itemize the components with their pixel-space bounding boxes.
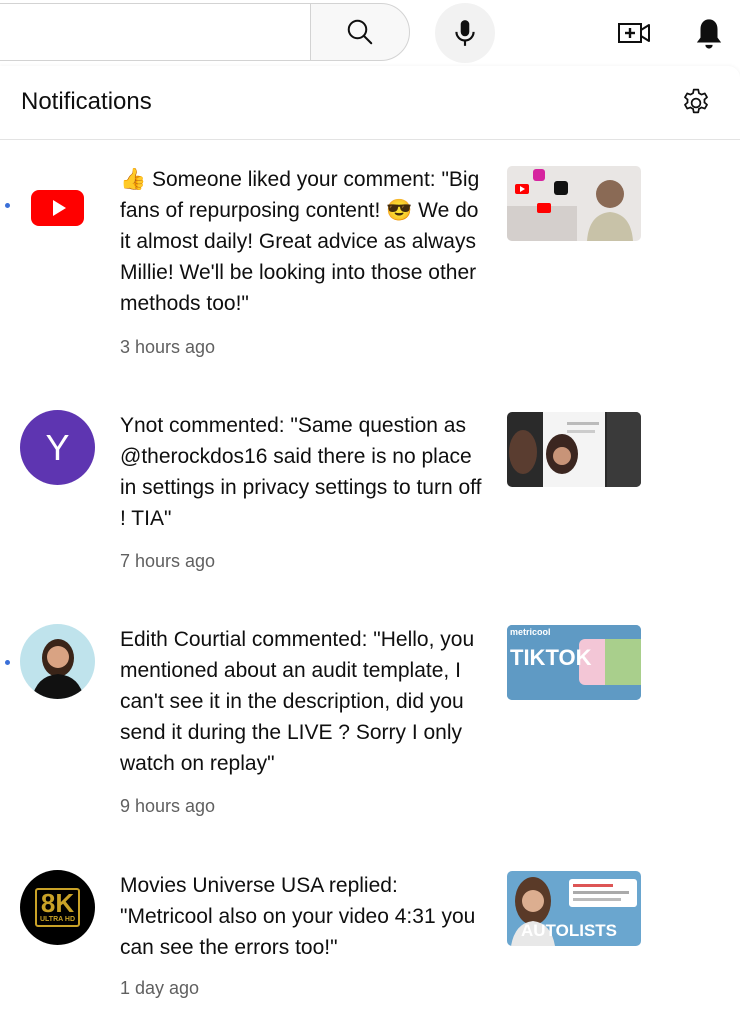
notifications-panel: Notifications 👍 Someone liked your comme… (0, 66, 740, 1024)
thumb-word: AUTOLISTS (521, 921, 618, 940)
user-photo (20, 624, 95, 699)
notification-time: 1 day ago (120, 978, 200, 998)
avatar: Y (20, 410, 95, 485)
voice-search-button[interactable] (435, 3, 495, 63)
search-input[interactable] (0, 3, 310, 61)
notifications-header: Notifications (0, 66, 740, 140)
avatar-letter: Y (45, 426, 70, 468)
notification-item[interactable]: Y Ynot commented: "Same question as @the… (0, 410, 740, 580)
notification-text: Ynot commented: "Same question as @thero… (120, 414, 482, 530)
microphone-icon (455, 20, 475, 46)
notification-time: 7 hours ago (120, 551, 216, 571)
avatar-brand-text: 8K (40, 888, 75, 918)
search-button[interactable] (310, 3, 410, 61)
notification-item[interactable]: 8K ULTRA HD Movies Universe USA replied:… (0, 870, 740, 1020)
masthead (0, 0, 740, 66)
thumb-word: TIKTOK (510, 645, 592, 670)
notification-item[interactable]: 👍 Someone liked your comment: "Big fans … (0, 164, 740, 364)
notification-item[interactable]: Edith Courtial commented: "Hello, you me… (0, 624, 740, 834)
gear-icon (684, 88, 708, 114)
video-create-icon (618, 23, 650, 43)
avatar (20, 624, 95, 699)
unread-indicator (5, 203, 10, 208)
notification-text: Movies Universe USA replied: "Metricool … (120, 874, 476, 959)
youtube-logo-icon (20, 168, 95, 243)
notifications-button[interactable] (688, 13, 730, 55)
search-icon (347, 19, 373, 45)
avatar: 8K ULTRA HD (20, 870, 95, 945)
notification-settings-button[interactable] (676, 83, 716, 123)
notification-text: 👍 Someone liked your comment: "Big fans … (120, 168, 480, 315)
bell-icon (696, 19, 722, 49)
notification-time: 3 hours ago (120, 337, 216, 357)
create-video-button[interactable] (612, 13, 656, 53)
avatar-brand-subtext: ULTRA HD (40, 916, 75, 923)
video-thumbnail[interactable] (507, 412, 641, 487)
video-thumbnail[interactable] (507, 166, 641, 241)
thumb-brand: metricool (510, 627, 551, 637)
video-thumbnail[interactable]: metricool TIKTOK (507, 625, 641, 700)
notification-time: 9 hours ago (120, 796, 216, 816)
avatar (20, 168, 95, 243)
video-thumbnail[interactable]: AUTOLISTS (507, 871, 641, 946)
unread-indicator (5, 660, 10, 665)
notification-text: Edith Courtial commented: "Hello, you me… (120, 628, 475, 775)
panel-title: Notifications (21, 88, 152, 115)
